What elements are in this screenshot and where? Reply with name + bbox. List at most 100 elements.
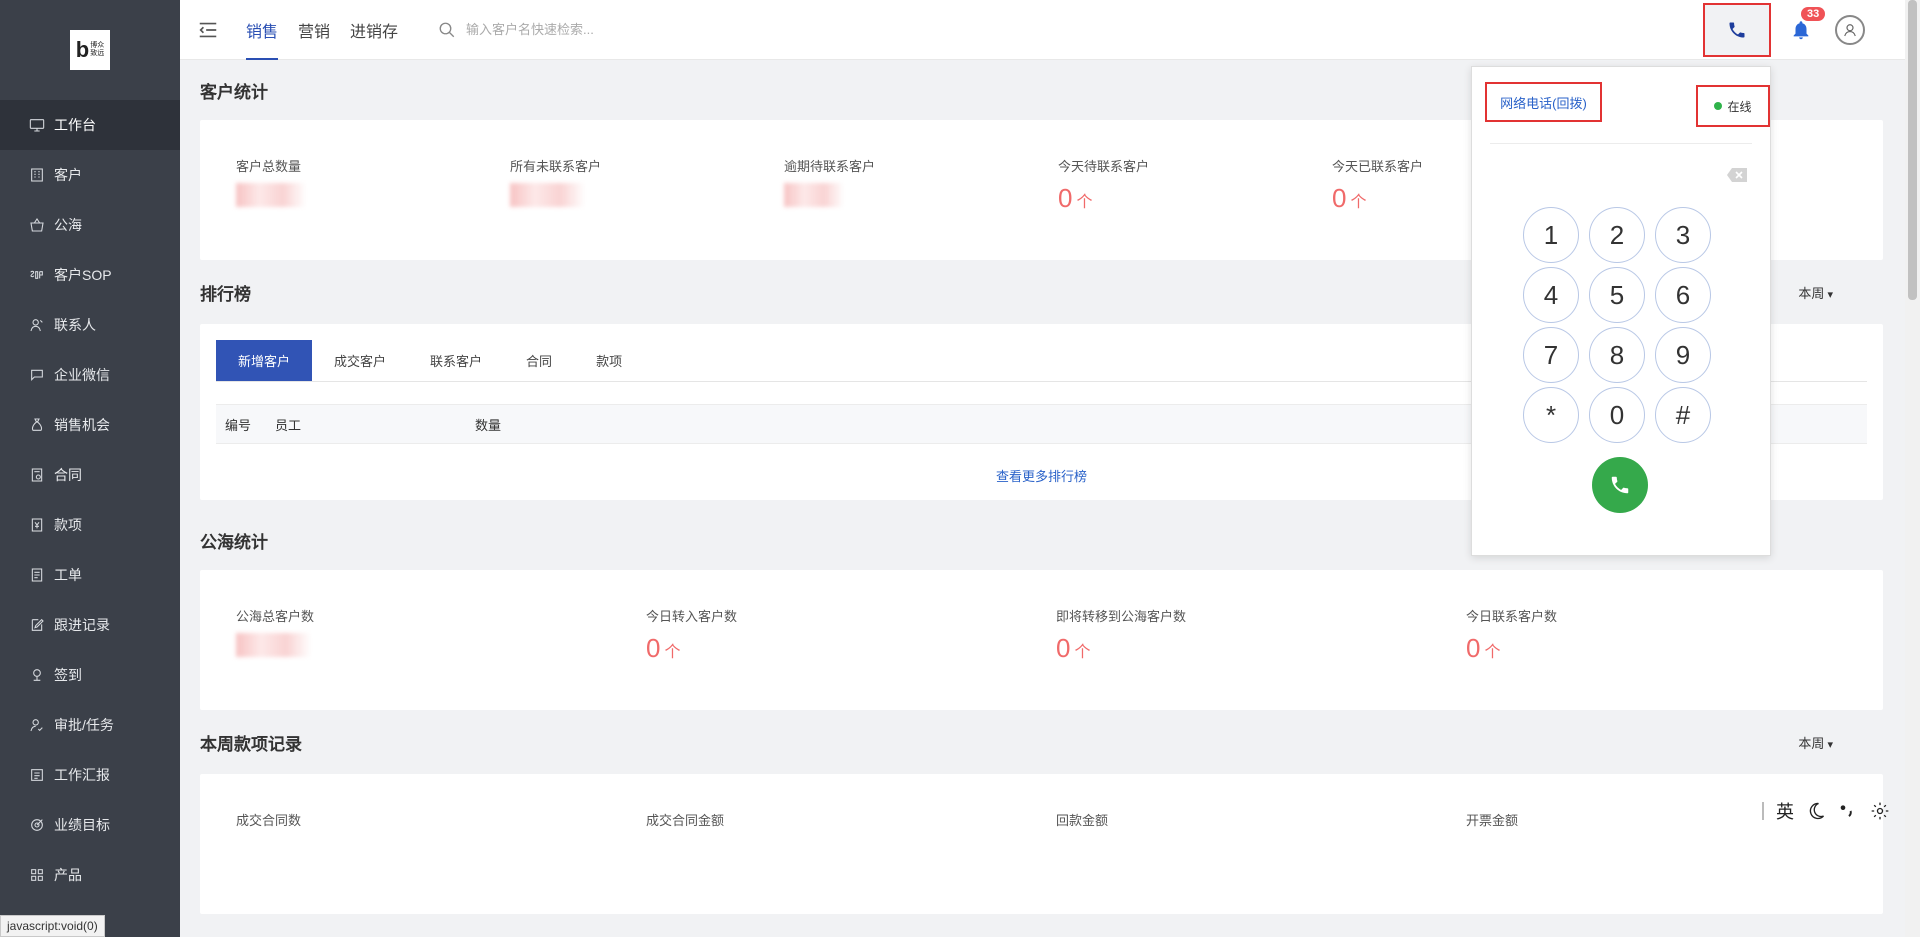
collapse-menu-button[interactable] <box>180 0 236 60</box>
stat-item[interactable]: 逾期待联系客户 <box>784 156 1058 260</box>
sidebar-item-label: 审批/任务 <box>54 717 114 733</box>
stat-item[interactable]: 今日联系客户数 0 个 <box>1466 606 1876 710</box>
stat-label: 逾期待联系客户 <box>784 159 876 174</box>
sidebar-item-12[interactable]: 审批/任务 <box>0 700 180 750</box>
sidebar-item-2[interactable]: 公海 <box>0 200 180 250</box>
dial-key[interactable]: 3 <box>1655 207 1711 263</box>
tab-marketing[interactable]: 营销 <box>288 0 340 60</box>
dial-key[interactable]: # <box>1655 387 1711 443</box>
payment-period-select[interactable]: 本周 <box>1798 733 1833 752</box>
search-icon <box>439 22 455 37</box>
sidebar-item-11[interactable]: 签到 <box>0 650 180 700</box>
dial-key[interactable]: 6 <box>1655 267 1711 323</box>
stat-item[interactable]: 客户总数量 <box>236 156 510 260</box>
stat-label: 今天待联系客户 <box>1058 159 1150 174</box>
chat-icon <box>28 366 46 384</box>
stat-label: 成交合同数 <box>236 813 302 828</box>
target-icon <box>28 816 46 834</box>
tab-sales[interactable]: 销售 <box>236 0 288 60</box>
stat-item[interactable]: 开票金额 <box>1466 810 1876 914</box>
ranking-period-select[interactable]: 本周 <box>1798 283 1833 302</box>
sidebar-item-14[interactable]: 业绩目标 <box>0 800 180 850</box>
stat-value-redacted <box>236 183 510 214</box>
bell-icon <box>1793 21 1809 40</box>
sidebar-item-4[interactable]: 联系人 <box>0 300 180 350</box>
phone-button[interactable] <box>1703 3 1771 57</box>
search-input[interactable] <box>466 22 767 37</box>
ranking-tab-2[interactable]: 联系客户 <box>408 340 504 381</box>
stat-value: 0个 <box>646 633 681 663</box>
stat-item[interactable]: 成交合同金额 <box>646 810 1056 914</box>
stat-item[interactable]: 今天待联系客户 0 个 <box>1058 156 1332 260</box>
backspace-icon[interactable] <box>1726 167 1748 183</box>
stat-label: 即将转移到公海客户数 <box>1056 609 1187 624</box>
punctuation-icon[interactable] <box>1838 801 1858 821</box>
sidebar-item-label: 工作汇报 <box>54 767 110 783</box>
stat-item[interactable]: 成交合同数 <box>236 810 646 914</box>
page-scrollbar[interactable] <box>1905 0 1920 937</box>
dial-key[interactable]: 8 <box>1589 327 1645 383</box>
dial-key[interactable]: * <box>1523 387 1579 443</box>
stat-item[interactable]: 今日转入客户数 0 个 <box>646 606 1056 710</box>
call-button[interactable] <box>1592 457 1648 513</box>
report-icon <box>28 766 46 784</box>
dial-key[interactable]: 0 <box>1589 387 1645 443</box>
stat-label: 今日联系客户数 <box>1466 609 1558 624</box>
dial-key[interactable]: 7 <box>1523 327 1579 383</box>
search-box <box>438 21 767 39</box>
location-icon <box>28 666 46 684</box>
sidebar-item-5[interactable]: 企业微信 <box>0 350 180 400</box>
edit-icon <box>28 616 46 634</box>
sidebar-item-8[interactable]: 款项 <box>0 500 180 550</box>
notification-button[interactable]: 33 <box>1781 7 1826 41</box>
sidebar-nav: 工作台客户公海客户SOP 联系人 企业微信销售机会合同 款项 工单跟进记录签到审批/任务… <box>0 100 180 900</box>
sidebar-item-7[interactable]: 合同 <box>0 450 180 500</box>
stat-value: 0个 <box>1466 633 1501 663</box>
sidebar-item-0[interactable]: 工作台 <box>0 100 180 150</box>
sidebar-item-13[interactable]: 工作汇报 <box>0 750 180 800</box>
sidebar-item-10[interactable]: 跟进记录 <box>0 600 180 650</box>
sidebar-item-15[interactable]: 产品 <box>0 850 180 900</box>
ime-language-toggle[interactable]: 英 <box>1776 798 1794 824</box>
sidebar-item-label: 工作台 <box>54 117 96 133</box>
dial-key[interactable]: 4 <box>1523 267 1579 323</box>
dialpad-title[interactable]: 网络电话(回拨) <box>1485 82 1602 122</box>
stat-value-redacted <box>510 183 784 214</box>
stat-item[interactable]: 公海总客户数 <box>236 606 646 710</box>
dial-key[interactable]: 2 <box>1589 207 1645 263</box>
scrollbar-thumb[interactable] <box>1908 0 1917 300</box>
sidebar-item-label: 公海 <box>54 217 82 233</box>
sidebar-item-label: 销售机会 <box>54 417 110 433</box>
top-bar: 销售 营销 进销存 33 <box>180 0 1905 60</box>
dial-key[interactable]: 9 <box>1655 327 1711 383</box>
sidebar-item-6[interactable]: 销售机会 <box>0 400 180 450</box>
sidebar-item-label: 跟进记录 <box>54 617 110 633</box>
user-avatar[interactable] <box>1835 15 1865 45</box>
contract-icon <box>28 466 46 484</box>
logo-area: b 博众 致远 <box>0 0 180 100</box>
status-bar-link: javascript:void(0) <box>0 915 105 937</box>
sidebar-item-9[interactable]: 工单 <box>0 550 180 600</box>
company-logo[interactable]: b 博众 致远 <box>70 30 110 70</box>
column-number: 编号 <box>225 417 252 433</box>
sidebar-item-label: 业绩目标 <box>54 817 110 833</box>
ime-drag-handle[interactable] <box>1762 802 1764 820</box>
dial-key[interactable]: 1 <box>1523 207 1579 263</box>
stat-item[interactable]: 回款金额 <box>1056 810 1466 914</box>
ranking-tab-4[interactable]: 款项 <box>574 340 644 381</box>
online-status: 在线 <box>1696 85 1770 127</box>
stat-label: 公海总客户数 <box>236 609 315 624</box>
moon-icon[interactable] <box>1806 801 1826 821</box>
dial-key[interactable]: 5 <box>1589 267 1645 323</box>
ranking-tab-3[interactable]: 合同 <box>504 340 574 381</box>
stat-item[interactable]: 即将转移到公海客户数 0 个 <box>1056 606 1466 710</box>
sidebar-item-1[interactable]: 客户 <box>0 150 180 200</box>
settings-gear-icon[interactable] <box>1870 801 1890 821</box>
sidebar-item-3[interactable]: 客户SOP <box>0 250 180 300</box>
ranking-tab-0[interactable]: 新增客户 <box>216 340 313 381</box>
stat-item[interactable]: 所有未联系客户 <box>510 156 784 260</box>
stat-label: 成交合同金额 <box>646 813 725 828</box>
user-icon <box>1844 24 1856 37</box>
tab-inventory[interactable]: 进销存 <box>340 0 408 60</box>
ranking-tab-1[interactable]: 成交客户 <box>312 340 408 381</box>
